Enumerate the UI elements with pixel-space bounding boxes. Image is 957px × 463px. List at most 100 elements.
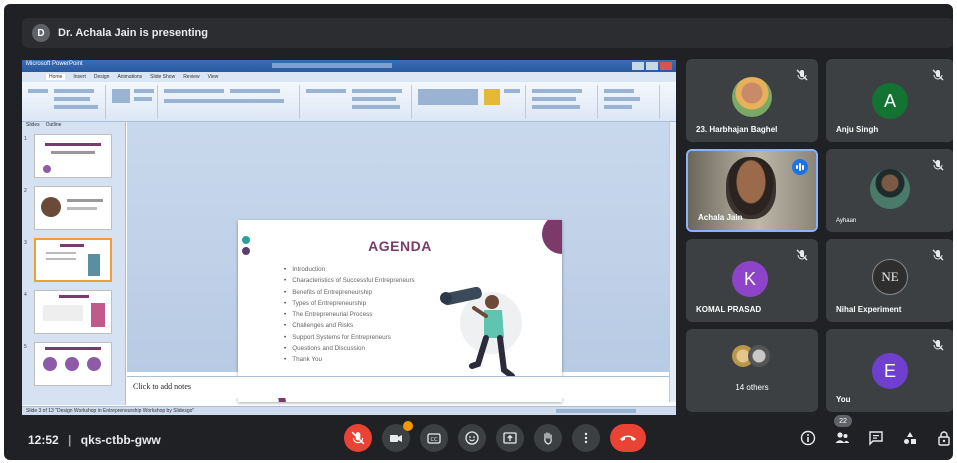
participant-name: 23. Harbhajan Baghel — [696, 125, 778, 134]
participant-tile[interactable]: A Anju Singh — [826, 59, 953, 142]
presenting-banner: D Dr. Achala Jain is presenting — [22, 18, 953, 48]
people-button[interactable]: 22 — [833, 415, 852, 447]
mic-toggle-button[interactable] — [344, 424, 372, 452]
emoji-icon — [465, 431, 479, 445]
ppt-tab: Slide Show — [150, 74, 176, 80]
participant-photo — [870, 169, 910, 209]
more-options-button[interactable] — [572, 424, 600, 452]
captions-icon: CC — [427, 433, 441, 444]
agenda-item: Support Systems for Entrepreneurs — [284, 332, 415, 343]
ppt-tab: Design — [93, 74, 110, 80]
camera-warning-badge — [403, 421, 413, 431]
agenda-item: Questions and Discussion — [284, 343, 415, 354]
participant-photo — [732, 77, 772, 117]
emoji-reaction-button[interactable] — [458, 424, 486, 452]
call-controls: CC — [344, 421, 646, 452]
ppt-tab: View — [207, 74, 219, 80]
present-now-button[interactable] — [496, 424, 524, 452]
ppt-vertical-scrollbar[interactable] — [669, 122, 676, 402]
raise-hand-icon — [544, 432, 552, 445]
slide-number: 3 — [24, 240, 27, 246]
ppt-tab: Home — [46, 74, 66, 80]
host-controls-button[interactable] — [935, 429, 953, 447]
notes-pane[interactable]: Click to add notes — [127, 376, 669, 398]
agenda-item: Characteristics of Successful Entreprene… — [284, 275, 415, 286]
meeting-details-button[interactable] — [799, 429, 817, 447]
ppt-titlebar: Microsoft PowerPoint — [22, 60, 676, 72]
slide-thumbnail[interactable] — [34, 342, 112, 386]
svg-text:CC: CC — [431, 437, 438, 443]
ppt-ribbon-tabs: Home Insert Design Animations Slide Show… — [22, 72, 676, 82]
slides-tab[interactable]: Slides — [26, 122, 40, 130]
ppt-tab: Review — [183, 74, 200, 80]
leave-call-button[interactable] — [610, 424, 646, 452]
clock-time: 12:52 — [28, 433, 59, 447]
camera-toggle-button[interactable] — [382, 421, 413, 452]
agenda-item: Thank You — [284, 354, 415, 365]
participant-name: KOMAL PRASAD — [696, 305, 762, 314]
meeting-code: qks-ctbb-gww — [80, 433, 161, 447]
slide-thumbnail[interactable] — [34, 186, 112, 230]
captions-button[interactable]: CC — [420, 424, 448, 452]
mic-off-icon — [796, 69, 808, 81]
presenting-text: Dr. Achala Jain is presenting — [58, 27, 208, 39]
activities-icon — [904, 432, 916, 444]
participant-avatar: A — [872, 83, 908, 119]
speaking-indicator-icon — [792, 159, 808, 175]
slide-thumbnail-selected[interactable] — [34, 238, 112, 282]
current-slide: AGENDA Introduction Characteristics of S… — [238, 220, 562, 402]
participant-logo: NE — [872, 259, 908, 295]
chat-button[interactable] — [867, 429, 885, 447]
participant-name: Ayhaan — [836, 218, 857, 224]
participant-name: You — [836, 395, 851, 404]
participant-tile[interactable]: 23. Harbhajan Baghel — [686, 59, 818, 142]
raise-hand-button[interactable] — [534, 424, 562, 452]
participant-tile[interactable]: NE Nihal Experiment — [826, 239, 953, 322]
slide-number: 2 — [24, 188, 27, 194]
agenda-item: The Entrepreneurial Process — [284, 309, 415, 320]
ppt-tab: Insert — [73, 74, 86, 80]
side-controls: 22 — [799, 415, 953, 447]
slide-thumbnail[interactable] — [34, 134, 112, 178]
participant-tile-active-speaker[interactable]: Achala Jain — [686, 149, 818, 232]
meeting-info: 12:52 | qks-ctbb-gww — [28, 433, 161, 447]
others-photo — [748, 345, 770, 367]
self-tile[interactable]: E You — [826, 329, 953, 412]
ppt-tab: Animations — [117, 74, 143, 80]
ppt-status-bar: Slide 3 of 13 "Design Workshop in Entrep… — [22, 406, 676, 415]
agenda-item: Challenges and Risks — [284, 320, 415, 331]
activities-button[interactable] — [901, 429, 919, 447]
window-buttons — [632, 62, 672, 70]
participant-tile[interactable]: Ayhaan — [826, 149, 953, 232]
participant-avatar: K — [732, 261, 768, 297]
telescope-person-illustration — [440, 286, 515, 379]
others-tile[interactable]: 14 others — [686, 329, 818, 412]
agenda-item: Benefits of Entrepreneurship — [284, 287, 415, 298]
participant-tile[interactable]: K KOMAL PRASAD — [686, 239, 818, 322]
slide-number: 4 — [24, 292, 27, 298]
agenda-list: Introduction Characteristics of Successf… — [284, 264, 415, 366]
mic-off-icon — [796, 249, 808, 261]
mic-off-icon — [932, 69, 944, 81]
slide-title: AGENDA — [368, 238, 432, 254]
slide-number: 1 — [24, 136, 27, 142]
participant-avatar: E — [872, 353, 908, 389]
participant-name: Anju Singh — [836, 125, 879, 134]
present-icon — [503, 432, 517, 444]
info-icon — [800, 430, 816, 446]
separator: | — [68, 433, 72, 447]
mic-off-icon — [932, 339, 944, 351]
slide-thumbnail[interactable] — [34, 290, 112, 334]
participant-name: Achala Jain — [698, 213, 743, 222]
host-controls-icon — [938, 431, 950, 446]
end-call-icon — [620, 435, 636, 441]
meet-window: D Dr. Achala Jain is presenting Microsof… — [4, 4, 953, 460]
mic-off-icon — [351, 431, 365, 445]
notes-placeholder: Click to add notes — [133, 382, 191, 391]
presenter-avatar: D — [32, 24, 50, 42]
participant-count: 22 — [834, 415, 852, 427]
outline-tab[interactable]: Outline — [46, 122, 62, 130]
agenda-item: Introduction — [284, 264, 415, 275]
participant-name: Nihal Experiment — [836, 305, 902, 314]
mic-off-icon — [932, 159, 944, 171]
